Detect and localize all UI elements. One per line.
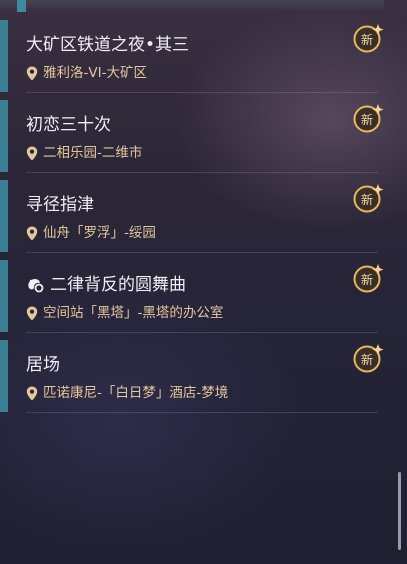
quest-location-text: 雅利洛-VI-大矿区 [43,65,147,81]
quest-location: 空间站「黑塔」-黑塔的办公室 [26,304,223,322]
quest-location: 雅利洛-VI-大矿区 [26,64,147,82]
quest-item-accent-bar [0,260,8,332]
quest-title: 寻径指津 [26,194,94,216]
new-badge-label: 新 [361,272,373,287]
item-divider [26,332,378,333]
quest-title: 初恋三十次 [26,114,111,136]
quest-title-text: 初恋三十次 [26,115,111,135]
quest-item[interactable]: 居场 匹诺康尼-「白日梦」酒店-梦境 新 [0,340,384,413]
quest-location-text: 匹诺康尼-「白日梦」酒店-梦境 [43,385,229,401]
quest-type-icon [28,279,44,293]
map-pin-icon [26,226,38,240]
quest-location-text: 仙舟「罗浮」-绥园 [43,225,156,241]
quest-location: 仙舟「罗浮」-绥园 [26,224,156,242]
new-badge-label: 新 [361,352,373,367]
quest-location-text: 空间站「黑塔」-黑塔的办公室 [43,305,224,321]
quest-item-accent-bar [0,20,8,92]
quest-location: 匹诺康尼-「白日梦」酒店-梦境 [26,384,228,402]
quest-title-text: 居场 [26,355,60,375]
quest-title: 二律背反的圆舞曲 [26,274,186,296]
new-badge-label: 新 [361,112,373,127]
map-pin-icon [26,66,38,80]
item-divider [26,252,378,253]
new-badge-icon: 新 [353,264,384,293]
scrollbar-thumb[interactable] [398,472,401,550]
item-divider [26,412,378,413]
quest-item-accent-bar [0,180,8,252]
new-badge-label: 新 [361,32,373,47]
new-badge-label: 新 [361,192,373,207]
list-top-edge [0,0,384,12]
map-pin-icon [26,306,38,320]
item-divider [26,92,378,93]
map-pin-icon [26,386,38,400]
item-divider [26,172,378,173]
quest-title: 大矿区铁道之夜•其三 [26,34,189,56]
top-accent-tick [17,0,26,12]
quest-location-text: 二相乐园-二维市 [43,145,143,161]
new-badge-icon: 新 [353,344,384,373]
new-badge-icon: 新 [353,24,384,53]
map-pin-icon [26,146,38,160]
new-badge-icon: 新 [353,104,384,133]
quest-title-text: 大矿区铁道之夜•其三 [26,35,190,55]
quest-title: 居场 [26,354,60,376]
quest-item[interactable]: 二律背反的圆舞曲 空间站「黑塔」-黑塔的办公室 新 [0,260,384,333]
quest-location: 二相乐园-二维市 [26,144,142,162]
quest-item-accent-bar [0,340,8,412]
quest-item-accent-bar [0,100,8,172]
quest-item[interactable]: 寻径指津 仙舟「罗浮」-绥园 新 [0,180,384,253]
quest-item[interactable]: 初恋三十次 二相乐园-二维市 新 [0,100,384,173]
new-badge-icon: 新 [353,184,384,213]
quest-title-text: 寻径指津 [26,195,94,215]
quest-item[interactable]: 大矿区铁道之夜•其三 雅利洛-VI-大矿区 新 [0,20,384,93]
quest-title-text: 二律背反的圆舞曲 [50,275,186,295]
